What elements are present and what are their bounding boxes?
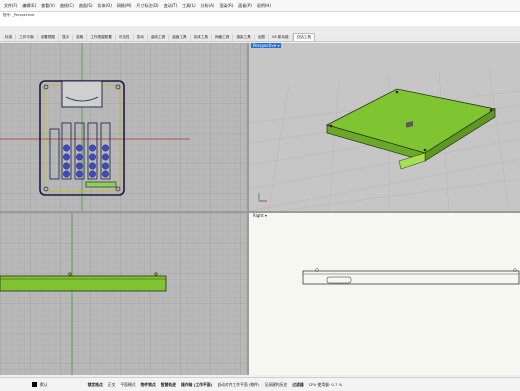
tab-drafting[interactable]: 出图 bbox=[255, 34, 269, 41]
tab-standard[interactable]: 标准 bbox=[2, 34, 17, 41]
status-auto-cplane[interactable]: 自动对齐工作平面 (物件) bbox=[217, 382, 259, 388]
viewport-right[interactable]: Right ▾ bbox=[249, 213, 520, 375]
status-bar: 默认 锁定格点 正交 平面模式 物件锁点 智慧轨迹 操作轴 (工作平面) 自动对… bbox=[0, 377, 520, 391]
menu-transform[interactable]: 变动(T) bbox=[164, 3, 178, 9]
status-gumball[interactable]: 操作轴 (工作平面) bbox=[181, 382, 212, 388]
tab-transform[interactable]: 变动 bbox=[134, 34, 148, 41]
board-side-profile bbox=[0, 275, 167, 292]
status-ortho[interactable]: 正交 bbox=[108, 382, 116, 388]
menu-dimension[interactable]: 尺寸标注(D) bbox=[136, 3, 158, 9]
status-filter[interactable]: 过滤器 bbox=[292, 382, 303, 388]
menu-tools[interactable]: 工具(L) bbox=[182, 3, 195, 9]
menu-view[interactable]: 查看(V) bbox=[41, 3, 55, 9]
front-view-canvas bbox=[0, 213, 247, 375]
menu-file[interactable]: 文件(F) bbox=[4, 3, 17, 9]
chevron-down-icon: ▾ bbox=[264, 213, 267, 218]
status-cpu: CPU 使用量: 0.7 % bbox=[308, 381, 343, 387]
tab-select[interactable]: 选取 bbox=[73, 34, 88, 41]
menu-solid[interactable]: 实体(O) bbox=[98, 3, 112, 9]
command-area[interactable] bbox=[0, 12, 520, 27]
right-view-canvas bbox=[302, 268, 520, 285]
viewport-perspective[interactable]: Perspective ▾ bbox=[249, 43, 520, 211]
perspective-label-text: Perspective bbox=[253, 43, 277, 48]
menu-render[interactable]: 渲染(R) bbox=[219, 3, 233, 9]
tab-visibility[interactable]: 可见性 bbox=[116, 34, 134, 41]
menu-curve[interactable]: 曲线(C) bbox=[60, 3, 74, 9]
viewport-top[interactable] bbox=[0, 43, 247, 211]
tab-plain-tools[interactable]: 白话工具 bbox=[292, 33, 315, 41]
menu-surface[interactable]: 曲面(S) bbox=[79, 3, 93, 9]
tab-new-in-v8[interactable]: V8 新功能 bbox=[269, 34, 293, 41]
viewport-divider-vertical[interactable] bbox=[247, 43, 249, 375]
tab-viewport-layout[interactable]: 工作视窗配置 bbox=[87, 34, 116, 41]
menu-edit[interactable]: 编辑(E) bbox=[22, 3, 36, 9]
status-record-history[interactable]: 记录建构历史 bbox=[264, 382, 287, 388]
menu-panels[interactable]: 面板(P) bbox=[238, 3, 252, 9]
tab-surface-tools[interactable]: 曲面工具 bbox=[169, 34, 191, 41]
menu-analyze[interactable]: 分析(A) bbox=[201, 3, 215, 9]
menu-bar: 文件(F) 编辑(E) 查看(V) 曲线(C) 曲面(S) 实体(O) 网格(M… bbox=[0, 0, 520, 12]
tab-cplanes[interactable]: 工作平面 bbox=[16, 34, 38, 41]
board-outline-right bbox=[302, 270, 520, 285]
tab-set-view[interactable]: 设置视图 bbox=[38, 34, 59, 41]
toolbar-tab-bar: 标准 工作平面 设置视图 显示 选取 工作视窗配置 可见性 变动 曲线工具 曲面… bbox=[0, 33, 520, 42]
chevron-down-icon: ▾ bbox=[277, 43, 280, 48]
command-history: 指令: _Perspective bbox=[3, 13, 35, 17]
tab-solid-tools[interactable]: 实体工具 bbox=[191, 34, 212, 41]
status-smarttrack[interactable]: 智慧轨迹 bbox=[161, 382, 176, 388]
board-top-face bbox=[325, 88, 497, 154]
menu-help[interactable]: 说明(H) bbox=[257, 3, 271, 9]
viewport-front[interactable] bbox=[0, 213, 247, 375]
status-planar[interactable]: 平面模式 bbox=[120, 382, 135, 388]
tab-render-tools[interactable]: 渲染工具 bbox=[233, 34, 255, 41]
right-label-text: Right bbox=[253, 213, 264, 218]
status-osnap[interactable]: 物件锁点 bbox=[141, 382, 156, 388]
viewport-label-right[interactable]: Right ▾ bbox=[251, 213, 269, 218]
status-grid-snap[interactable]: 锁定格点 bbox=[88, 382, 103, 388]
menu-mesh[interactable]: 网格(M) bbox=[117, 3, 132, 9]
status-layer[interactable]: 默认 bbox=[40, 382, 48, 388]
tab-mesh-tools[interactable]: 网格工具 bbox=[212, 34, 234, 41]
tab-display[interactable]: 显示 bbox=[59, 34, 74, 41]
tab-curve-tools[interactable]: 曲线工具 bbox=[148, 34, 170, 41]
layer-color-swatch[interactable] bbox=[32, 382, 37, 387]
perspective-canvas bbox=[249, 66, 520, 211]
top-view-canvas bbox=[0, 43, 247, 211]
viewport-label-perspective[interactable]: Perspective ▾ bbox=[251, 43, 282, 48]
